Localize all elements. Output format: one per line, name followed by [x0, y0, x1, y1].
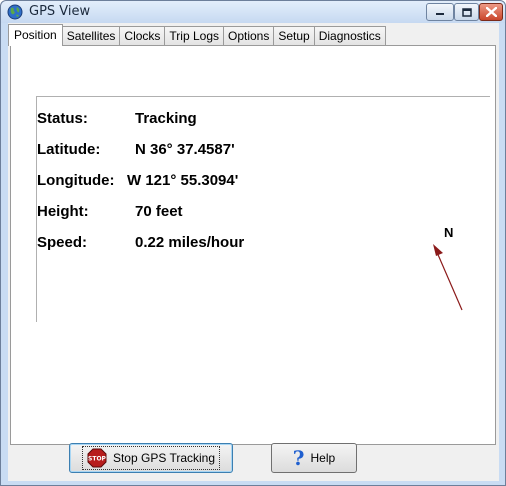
latitude-label: Latitude:	[37, 141, 101, 158]
tab-diagnostics[interactable]: Diagnostics	[313, 26, 386, 46]
tab-clocks[interactable]: Clocks	[119, 26, 166, 46]
stop-sign-icon: STOP	[87, 448, 107, 468]
maximize-icon	[461, 7, 472, 17]
window-title: GPS View	[29, 4, 91, 19]
svg-text:STOP: STOP	[88, 456, 107, 463]
speed-label: Speed:	[37, 234, 88, 251]
longitude-value: W 121° 55.3094'	[127, 172, 239, 189]
question-mark-icon: ?	[292, 446, 305, 470]
focus-rectangle: STOP Stop GPS Tracking	[81, 446, 221, 470]
longitude-label: Longitude:	[37, 172, 115, 189]
position-info-group	[36, 96, 490, 322]
minimize-button[interactable]	[426, 3, 454, 21]
stop-button-label: Stop GPS Tracking	[112, 451, 216, 465]
height-value: 70 feet	[135, 203, 183, 220]
globe-icon	[7, 4, 23, 20]
tab-position[interactable]: Position	[8, 24, 63, 46]
speed-value: 0.22 miles/hour	[135, 234, 245, 251]
tab-options[interactable]: Options	[223, 26, 275, 46]
close-icon	[485, 7, 497, 17]
tab-strip: Position Satellites Clocks Trip Logs Opt…	[8, 24, 386, 46]
tab-setup[interactable]: Setup	[273, 26, 315, 46]
gps-view-window: GPS View Position Satellites Clocks Trip…	[0, 0, 506, 486]
tab-satellites[interactable]: Satellites	[61, 26, 121, 46]
compass-north-label: N	[444, 225, 454, 240]
maximize-button[interactable]	[454, 3, 479, 21]
height-label: Height:	[37, 203, 89, 220]
close-button[interactable]	[479, 3, 503, 21]
latitude-value: N 36° 37.4587'	[135, 141, 235, 158]
heading-arrow	[433, 244, 463, 311]
help-button-label: Help	[310, 451, 336, 465]
status-value: Tracking	[135, 110, 197, 127]
stop-gps-tracking-button[interactable]: STOP Stop GPS Tracking	[69, 443, 233, 473]
tab-trip-logs[interactable]: Trip Logs	[164, 26, 224, 46]
minimize-icon	[436, 13, 444, 15]
status-label: Status:	[37, 110, 88, 127]
help-button[interactable]: ? Help	[271, 443, 357, 473]
title-bar[interactable]: GPS View	[1, 1, 505, 23]
